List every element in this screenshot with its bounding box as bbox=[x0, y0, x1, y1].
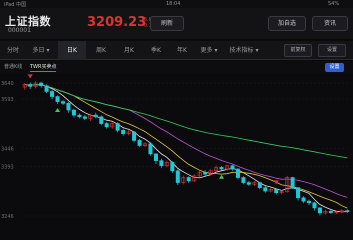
buy-signal-marker bbox=[55, 107, 61, 112]
status-bar: iPad 中国 18:04 54% bbox=[0, 0, 353, 8]
candle-body bbox=[219, 167, 224, 170]
candle-body bbox=[28, 84, 33, 87]
tab-weekly-k[interactable]: 周K bbox=[88, 41, 114, 60]
candle-body bbox=[99, 116, 104, 124]
candle-body bbox=[121, 129, 126, 134]
sell-signal-marker bbox=[273, 180, 279, 185]
tab-daily-k[interactable]: 日K bbox=[58, 41, 86, 60]
candle-body bbox=[55, 96, 60, 102]
candlestick-chart[interactable]: 3640 3593 3446 3393 3246 bbox=[0, 73, 353, 222]
signal-settings-button[interactable]: 设置 bbox=[325, 63, 344, 72]
chart-settings-button[interactable]: 设置 bbox=[318, 44, 346, 57]
add-watchlist-button[interactable]: 加自选 bbox=[268, 16, 306, 31]
stock-code: 000001 bbox=[8, 27, 31, 34]
chart-mode-bar: 普通K线 TWR买卖点 设置 bbox=[0, 61, 353, 73]
candle-body bbox=[104, 123, 109, 128]
candle-body bbox=[186, 177, 191, 182]
candle-body bbox=[132, 131, 137, 141]
tab-yearly-k[interactable]: 年K bbox=[170, 41, 194, 60]
candle-body bbox=[153, 153, 158, 161]
tab-quarterly-k[interactable]: 季K bbox=[144, 41, 168, 60]
candle-body bbox=[274, 189, 279, 194]
tab-monthly-k[interactable]: 月K bbox=[116, 41, 142, 60]
candle-body bbox=[246, 182, 251, 185]
candle-body bbox=[257, 182, 262, 188]
sell-signal-marker bbox=[27, 74, 33, 79]
refresh-button[interactable]: 刷新 bbox=[150, 16, 184, 31]
candle-body bbox=[159, 160, 164, 167]
candle-body bbox=[77, 114, 82, 118]
buy-signal-marker bbox=[219, 174, 225, 179]
candle-body bbox=[241, 177, 246, 183]
candle-body bbox=[148, 143, 153, 155]
y-tick-label: 3446 bbox=[1, 147, 14, 153]
tab-multi-day[interactable]: 多日 ▾ bbox=[26, 41, 56, 60]
y-tick-label: 3640 bbox=[1, 81, 14, 87]
candle-body bbox=[170, 162, 175, 172]
ma20-line bbox=[24, 84, 348, 198]
candle-body bbox=[175, 170, 180, 183]
candle-body bbox=[66, 102, 71, 111]
candle-body bbox=[44, 85, 49, 92]
tab-indicators[interactable]: 技术指标 ▾ bbox=[224, 41, 264, 60]
y-tick-label: 3393 bbox=[1, 164, 14, 170]
tab-more[interactable]: 更多 ▾ bbox=[196, 41, 222, 60]
candle-body bbox=[93, 114, 98, 118]
candle-body bbox=[328, 210, 333, 213]
news-button[interactable]: 资讯 bbox=[312, 16, 348, 31]
candle-body bbox=[307, 200, 311, 204]
y-tick-label: 3246 bbox=[1, 214, 14, 220]
candle-body bbox=[301, 197, 306, 202]
carrier-label: iPad 中国 bbox=[4, 2, 27, 8]
candle-body bbox=[296, 187, 301, 199]
tab-twr-signals[interactable]: TWR买卖点 bbox=[30, 63, 57, 72]
candle-body bbox=[82, 116, 87, 119]
candle-body bbox=[263, 187, 268, 192]
candle-body bbox=[312, 202, 317, 209]
candle-body bbox=[137, 140, 142, 146]
candle-body bbox=[50, 91, 55, 97]
candle-body bbox=[71, 109, 76, 116]
candle-body bbox=[203, 172, 208, 175]
candle-body bbox=[317, 207, 322, 214]
candle-body bbox=[230, 165, 235, 170]
candle-body bbox=[235, 168, 240, 178]
candle-body bbox=[345, 210, 350, 212]
quote-header: 上证指数 000001 3209.23 -3.64 -0.11% 刷新 加自选 … bbox=[0, 8, 353, 39]
candle-body bbox=[115, 123, 120, 131]
candle-body bbox=[61, 101, 65, 104]
ma60-line bbox=[24, 84, 348, 159]
battery-label: 54% bbox=[328, 1, 340, 7]
tab-normal-k[interactable]: 普通K线 bbox=[4, 63, 22, 72]
tab-intraday[interactable]: 分时 bbox=[0, 41, 26, 60]
candle-body bbox=[39, 82, 44, 87]
y-tick-label: 3593 bbox=[1, 97, 14, 103]
candle-body bbox=[290, 177, 295, 188]
clock: 18:04 bbox=[166, 1, 181, 7]
current-price: 3209.23 bbox=[87, 15, 147, 30]
period-tabs: 分时 多日 ▾ 日K 周K 月K 季K 年K 更多 ▾ 技术指标 ▾ 前复权 设… bbox=[0, 41, 353, 60]
adjust-button[interactable]: 前复权 bbox=[284, 44, 312, 57]
